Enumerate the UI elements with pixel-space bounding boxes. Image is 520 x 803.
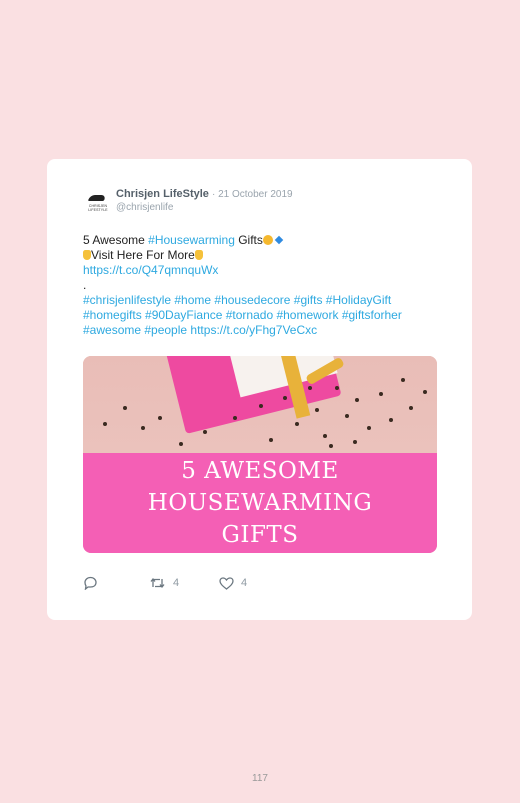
- confetti-dot: [283, 396, 287, 400]
- short-link-2[interactable]: https://t.co/yFhg7VeCxc: [190, 323, 317, 337]
- short-link-1[interactable]: https://t.co/Q47qmnquWx: [83, 263, 218, 277]
- tweet-media[interactable]: 5 AWESOME HOUSEWARMING GIFTS: [83, 356, 437, 553]
- heart-icon: [219, 576, 234, 590]
- avatar-text: CHRISJEN LIFESTYLE: [88, 204, 108, 212]
- author-info: Chrisjen LifeStyle · 21 October 2019 @ch…: [116, 187, 293, 214]
- confetti-dot: [389, 418, 393, 422]
- logo-icon: [87, 195, 107, 201]
- confetti-dot: [401, 378, 405, 382]
- avatar[interactable]: CHRISJEN LIFESTYLE: [83, 189, 111, 217]
- reply-button[interactable]: [83, 576, 149, 590]
- confetti-dot: [353, 440, 357, 444]
- confetti-dot: [355, 398, 359, 402]
- confetti-dot: [379, 392, 383, 396]
- confetti-dot: [233, 416, 237, 420]
- gift-photo: [83, 356, 437, 453]
- tweet-card: CHRISJEN LIFESTYLE Chrisjen LifeStyle · …: [47, 159, 472, 620]
- diamond-emoji-icon: [274, 235, 284, 245]
- text-line-1: 5 Awesome #Housewarming Gifts: [83, 233, 443, 248]
- confetti-dot: [203, 430, 207, 434]
- hashtags-line-2[interactable]: #homegifts #90DayFiance #tornado #homewo…: [83, 308, 402, 322]
- confetti-dot: [141, 426, 145, 430]
- media-title-line-1: 5 AWESOME: [181, 458, 339, 484]
- hashtag-link[interactable]: #Housewarming: [148, 233, 235, 247]
- hashtags-line-1[interactable]: #chrisjenlifestyle #home #housedecore #g…: [83, 293, 391, 307]
- media-title-line-3: GIFTS: [221, 522, 299, 548]
- confetti-dot: [409, 406, 413, 410]
- dot-line: .: [83, 278, 87, 292]
- like-button[interactable]: 4: [219, 576, 248, 590]
- confetti-dot: [103, 422, 107, 426]
- confetti-dot: [295, 422, 299, 426]
- tweet-header: CHRISJEN LIFESTYLE Chrisjen LifeStyle · …: [83, 187, 293, 217]
- confetti-dot: [367, 426, 371, 430]
- hashtags-line-3[interactable]: #awesome #people: [83, 323, 187, 337]
- confetti-dot: [269, 438, 273, 442]
- like-count: 4: [241, 577, 248, 589]
- tweet-actions: 4 4: [83, 576, 247, 590]
- confetti-dot: [315, 408, 319, 412]
- retweet-icon: [149, 576, 166, 590]
- retweet-button[interactable]: 4: [149, 576, 219, 590]
- confetti-dot: [345, 414, 349, 418]
- page-number: 117: [252, 773, 268, 784]
- confetti-dot: [423, 390, 427, 394]
- confetti-dot: [323, 434, 327, 438]
- retweet-count: 4: [173, 577, 180, 589]
- confetti-dot: [329, 444, 333, 448]
- confetti-dot: [335, 386, 339, 390]
- text-suffix: Gifts: [234, 233, 263, 247]
- media-title-line-2: HOUSEWARMING: [147, 490, 373, 516]
- tweet-text: 5 Awesome #Housewarming Gifts Visit Here…: [83, 233, 443, 338]
- confetti-dot: [123, 406, 127, 410]
- confetti-dot: [308, 386, 312, 390]
- pointing-down-emoji-icon: [194, 250, 203, 260]
- confetti-dot: [179, 442, 183, 446]
- tweet-date[interactable]: 21 October 2019: [218, 189, 293, 200]
- reply-icon: [83, 576, 98, 590]
- author-name[interactable]: Chrisjen LifeStyle: [116, 188, 209, 200]
- page: CHRISJEN LIFESTYLE Chrisjen LifeStyle · …: [0, 0, 520, 803]
- confetti-dot: [158, 416, 162, 420]
- text-line-2: Visit Here For More: [83, 248, 443, 263]
- media-title-banner: 5 AWESOME HOUSEWARMING GIFTS: [83, 453, 437, 553]
- author-handle[interactable]: @chrisjenlife: [116, 202, 293, 214]
- text-prefix: 5 Awesome: [83, 233, 149, 247]
- confetti-dot: [259, 404, 263, 408]
- pointing-down-emoji-icon: [83, 250, 91, 260]
- dizzy-emoji-icon: [262, 235, 273, 245]
- visit-text: Visit Here For More: [91, 248, 195, 262]
